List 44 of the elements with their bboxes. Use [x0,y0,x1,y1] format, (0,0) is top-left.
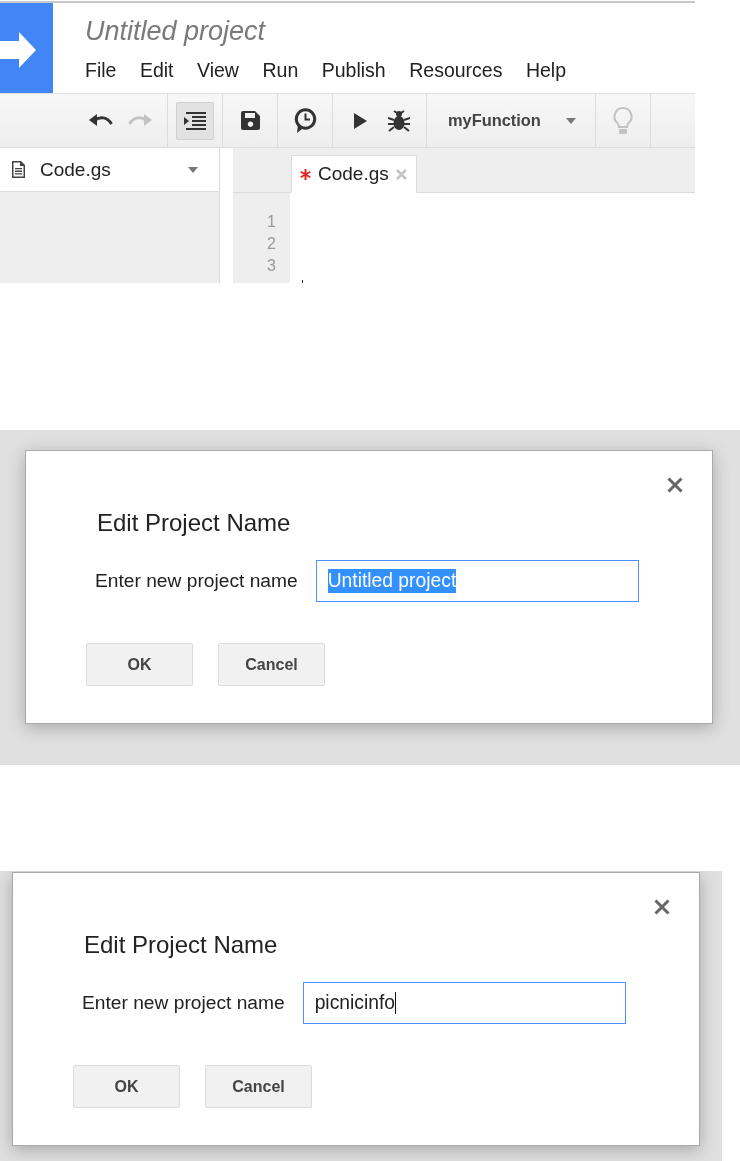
selected-text: Untitled project [327,569,457,593]
close-button[interactable] [654,899,670,915]
file-row[interactable]: Code.gs [0,148,219,192]
menu-item[interactable]: Publish [321,58,386,82]
indent-button[interactable] [176,101,214,140]
menu-item[interactable]: Help [525,58,567,82]
redo-icon [128,113,152,128]
field-label: Enter new project name [82,992,285,1014]
field-label: Enter new project name [95,570,298,592]
close-icon [395,168,407,180]
line-number: 3 [267,256,276,276]
bug-icon [388,109,410,132]
field-value: picnicinfo [314,991,396,1015]
menu-item[interactable]: Edit [139,58,174,82]
close-icon [667,477,683,493]
menu-item[interactable]: Run [262,58,299,82]
ok-button[interactable]: OK [73,1065,180,1108]
caret-icon [188,166,198,173]
menu-item[interactable]: File [85,58,117,82]
text-cursor [395,992,397,1014]
document-icon [12,161,25,178]
clock-icon [293,108,317,133]
close-icon [654,899,670,915]
indent-icon [184,111,206,130]
project-name-field[interactable]: picnicinfo [302,982,626,1024]
line-number: 1 [267,212,276,232]
file-name: Code.gs [40,158,111,181]
ok-button[interactable]: OK [86,643,193,686]
cancel-button[interactable]: Cancel [218,643,325,686]
caret-icon [566,117,576,124]
play-icon [353,112,367,129]
menu-item[interactable]: View [197,58,239,82]
line-number: 2 [267,234,276,254]
text-cursor [302,280,303,283]
cancel-button[interactable]: Cancel [205,1065,312,1108]
menu-item[interactable]: Resources [409,58,503,82]
project-title[interactable]: Untitled project [85,15,266,47]
close-button[interactable] [667,477,683,493]
function-select[interactable]: myFunction [435,101,587,140]
dialog-title: Edit Project Name [84,931,278,959]
dialog-title: Edit Project Name [97,509,291,537]
undo-icon [89,113,113,128]
editor-tab[interactable]: Code.gs [291,155,417,193]
lightbulb-icon [613,106,633,135]
